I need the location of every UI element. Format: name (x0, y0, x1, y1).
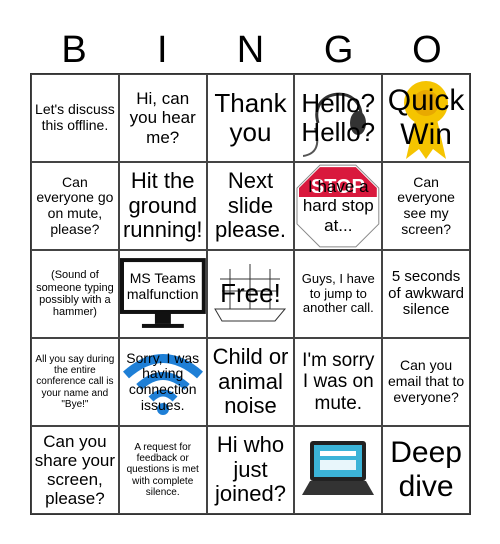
bingo-cell[interactable]: Can everyone go on mute, please? (31, 162, 119, 250)
cell-text: Can you share your screen, please? (34, 431, 116, 509)
cell-text: Next slide please. (215, 168, 286, 243)
cell-text: Thank you (214, 87, 287, 147)
cell-text: Guys, I have to jump to another call. (301, 271, 375, 316)
bingo-cell[interactable]: Child or animal noise (206, 338, 295, 426)
cell-text: Hello? Hello? (301, 87, 376, 147)
bingo-cell[interactable]: (Sound of someone typing possibly with a… (31, 250, 119, 338)
bingo-cell[interactable]: Hi who just joined? (206, 426, 295, 514)
bingo-cell[interactable]: Free! (206, 250, 295, 338)
bingo-cell[interactable]: Guys, I have to jump to another call. (294, 250, 383, 338)
bingo-cell[interactable]: Can you email that to everyone? (382, 338, 470, 426)
cell-text: Hi, can you hear me? (129, 89, 196, 147)
cell-text: All you say during the entire conference… (35, 354, 115, 410)
bingo-cell[interactable]: All you say during the entire conference… (31, 338, 119, 426)
cell-text: Can everyone go on mute, please? (36, 173, 114, 237)
bingo-cell[interactable]: STOP I have a hard stop at... (294, 162, 383, 250)
bingo-cell[interactable]: Quick Win (382, 74, 470, 162)
cell-text: Deep dive (390, 436, 462, 503)
bingo-grid: Let's discuss this offline. Hi, can you … (30, 73, 471, 515)
header-letter: N (236, 29, 265, 71)
cell-text: Quick Win (387, 84, 465, 151)
cell-text: 5 seconds of awkward silence (388, 267, 465, 319)
cell-text: Hi who just joined? (215, 432, 286, 507)
cell-text: Can you email that to everyone? (387, 357, 465, 405)
laptop-icon (295, 427, 381, 513)
bingo-cell[interactable]: Hello? Hello? (294, 74, 383, 162)
cell-text: Can everyone see my screen? (397, 173, 455, 237)
header-letter: G (323, 29, 354, 71)
bingo-cell[interactable]: 5 seconds of awkward silence (382, 250, 470, 338)
bingo-cell[interactable]: Let's discuss this offline. (31, 74, 119, 162)
cell-text: Free! (220, 278, 281, 309)
bingo-cell[interactable]: Thank you (206, 74, 295, 162)
cell-text: Hit the ground running! (122, 168, 203, 243)
bingo-cell[interactable]: I'm sorry I was on mute. (294, 338, 383, 426)
cell-text: (Sound of someone typing possibly with a… (36, 269, 114, 319)
cell-text: A request for feedback or questions is m… (126, 442, 199, 498)
cell-text: Let's discuss this offline. (35, 101, 115, 133)
cell-text: I have a hard stop at... (302, 177, 374, 235)
bingo-cell[interactable]: Hi, can you hear me? (118, 74, 207, 162)
bingo-cell[interactable]: Sorry, I was having connection issues. (118, 338, 207, 426)
bingo-cell[interactable]: Can you share your screen, please? (31, 426, 119, 514)
bingo-cell[interactable]: Hit the ground running! (118, 162, 207, 250)
bingo-cell[interactable]: Deep dive (382, 426, 470, 514)
cell-text: Sorry, I was having connection issues. (126, 349, 200, 413)
header-letter: O (412, 29, 442, 71)
bingo-cell[interactable]: A request for feedback or questions is m… (118, 426, 207, 514)
cell-text: I'm sorry I was on mute. (302, 350, 375, 414)
cell-text: MS Teams malfunction (126, 270, 199, 302)
bingo-header: B I N G O (30, 28, 471, 72)
header-letter: I (157, 29, 168, 71)
bingo-cell[interactable]: MS Teams malfunction (118, 250, 207, 338)
bingo-cell[interactable]: Next slide please. (206, 162, 295, 250)
cell-text: Child or animal noise (212, 344, 289, 419)
header-letter: B (61, 29, 87, 71)
bingo-cell[interactable] (294, 426, 383, 514)
bingo-cell[interactable]: Can everyone see my screen? (382, 162, 470, 250)
